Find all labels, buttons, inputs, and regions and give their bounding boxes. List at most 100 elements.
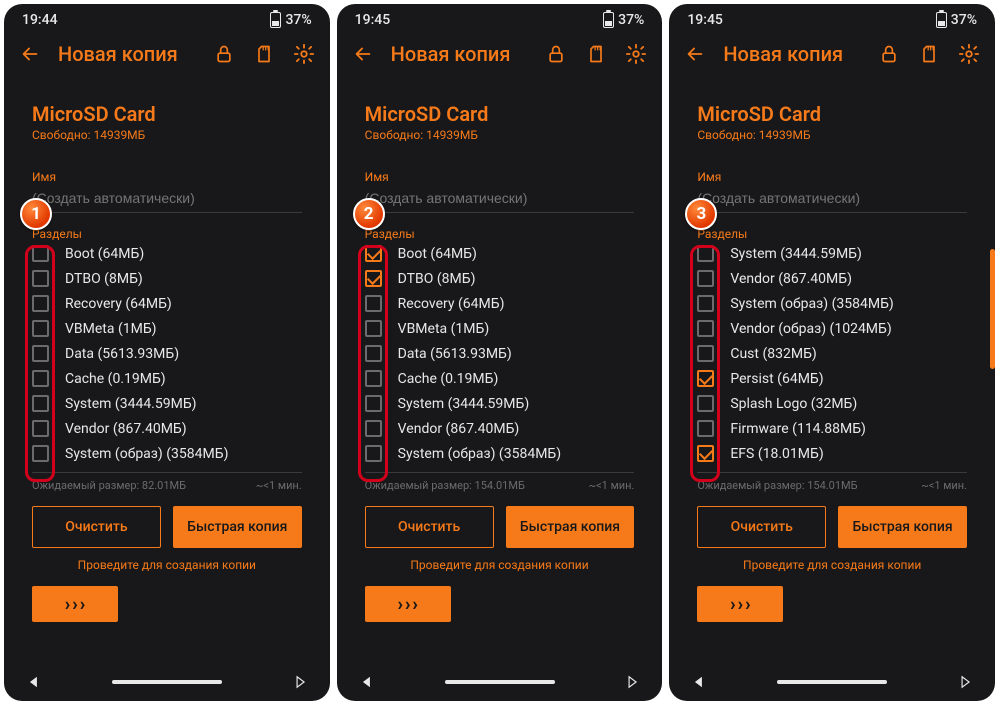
partition-row[interactable]: EFS (18.01МБ): [697, 441, 967, 466]
partition-row[interactable]: Boot (64МБ): [32, 241, 302, 266]
partition-checkbox[interactable]: [365, 270, 382, 287]
partition-row[interactable]: Data (5613.93МБ): [365, 341, 635, 366]
partition-list[interactable]: Boot (64МБ) DTBO (8МБ) Recovery (64МБ) V…: [32, 241, 302, 473]
partition-list[interactable]: System (3444.59МБ) Vendor (867.40МБ) Sys…: [697, 241, 967, 473]
clear-button[interactable]: Очистить: [365, 506, 494, 548]
partition-row[interactable]: Persist (64МБ): [697, 366, 967, 391]
partition-checkbox[interactable]: [32, 320, 49, 337]
partition-checkbox[interactable]: [32, 295, 49, 312]
partition-label: Boot (64МБ): [65, 246, 144, 262]
partition-row[interactable]: Cache (0.19МБ): [32, 366, 302, 391]
partition-row[interactable]: Vendor (867.40МБ): [32, 416, 302, 441]
partition-row[interactable]: Recovery (64МБ): [32, 291, 302, 316]
partition-checkbox[interactable]: [365, 370, 382, 387]
lock-icon[interactable]: [212, 42, 236, 66]
clear-button[interactable]: Очистить: [697, 506, 826, 548]
battery-icon: [936, 12, 947, 28]
nav-back[interactable]: [4, 675, 64, 689]
partition-row[interactable]: VBMeta (1МБ): [32, 316, 302, 341]
partition-checkbox[interactable]: [365, 445, 382, 462]
chevron-right-icon: ›: [412, 594, 417, 615]
sdcard-icon[interactable]: [252, 42, 276, 66]
partition-row[interactable]: Data (5613.93МБ): [32, 341, 302, 366]
partition-row[interactable]: Boot (64МБ): [365, 241, 635, 266]
partition-row[interactable]: DTBO (8МБ): [365, 266, 635, 291]
partition-checkbox[interactable]: [32, 420, 49, 437]
back-button[interactable]: [351, 42, 375, 66]
nav-home[interactable]: [729, 680, 935, 684]
partition-row[interactable]: Vendor (867.40МБ): [365, 416, 635, 441]
partition-row[interactable]: System (образ) (3584МБ): [32, 441, 302, 466]
partition-checkbox[interactable]: [32, 245, 49, 262]
partition-row[interactable]: Firmware (114.88МБ): [697, 416, 967, 441]
partition-checkbox[interactable]: [697, 270, 714, 287]
partition-checkbox[interactable]: [32, 370, 49, 387]
partition-checkbox[interactable]: [697, 245, 714, 262]
lock-icon[interactable]: [544, 42, 568, 66]
nav-home[interactable]: [64, 680, 270, 684]
nav-recent[interactable]: [935, 675, 995, 689]
name-label: Имя: [32, 170, 302, 184]
battery-percent: 37%: [285, 12, 311, 28]
partition-row[interactable]: Vendor (867.40МБ): [697, 266, 967, 291]
partition-row[interactable]: Cache (0.19МБ): [365, 366, 635, 391]
partition-checkbox[interactable]: [697, 395, 714, 412]
partition-checkbox[interactable]: [365, 345, 382, 362]
backup-name-input[interactable]: [365, 184, 635, 213]
quick-backup-button[interactable]: Быстрая копия: [506, 506, 635, 548]
expected-size: Ожидаемый размер: 82.01МБ: [32, 479, 186, 492]
settings-icon[interactable]: [292, 42, 316, 66]
sdcard-icon[interactable]: [917, 42, 941, 66]
settings-icon[interactable]: [624, 42, 648, 66]
swipe-to-confirm[interactable]: › › ›: [365, 586, 451, 622]
back-button[interactable]: [683, 42, 707, 66]
scrollbar-thumb[interactable]: [990, 249, 995, 369]
partition-row[interactable]: System (3444.59МБ): [32, 391, 302, 416]
nav-recent[interactable]: [602, 675, 662, 689]
partition-checkbox[interactable]: [697, 445, 714, 462]
backup-name-input[interactable]: [697, 184, 967, 213]
backup-name-input[interactable]: [32, 184, 302, 213]
swipe-to-confirm[interactable]: › › ›: [32, 586, 118, 622]
partition-checkbox[interactable]: [365, 295, 382, 312]
quick-backup-button[interactable]: Быстрая копия: [173, 506, 302, 548]
partition-row[interactable]: Cust (832МБ): [697, 341, 967, 366]
partition-row[interactable]: System (образ) (3584МБ): [365, 441, 635, 466]
partition-row[interactable]: Splash Logo (32МБ): [697, 391, 967, 416]
partition-row[interactable]: System (3444.59МБ): [365, 391, 635, 416]
back-button[interactable]: [18, 42, 42, 66]
partition-checkbox[interactable]: [365, 395, 382, 412]
partition-checkbox[interactable]: [697, 420, 714, 437]
partition-checkbox[interactable]: [32, 345, 49, 362]
chevron-right-icon: ›: [65, 594, 70, 615]
nav-back[interactable]: [337, 675, 397, 689]
partition-checkbox[interactable]: [365, 245, 382, 262]
partition-checkbox[interactable]: [32, 270, 49, 287]
swipe-to-confirm[interactable]: › › ›: [697, 586, 783, 622]
partition-checkbox[interactable]: [697, 320, 714, 337]
partition-list[interactable]: Boot (64МБ) DTBO (8МБ) Recovery (64МБ) V…: [365, 241, 635, 473]
partition-checkbox[interactable]: [697, 295, 714, 312]
partition-checkbox[interactable]: [32, 395, 49, 412]
partition-checkbox[interactable]: [697, 370, 714, 387]
partition-checkbox[interactable]: [365, 420, 382, 437]
partition-row[interactable]: Recovery (64МБ): [365, 291, 635, 316]
partition-label: Vendor (образ) (1024МБ): [730, 321, 891, 337]
partition-row[interactable]: System (3444.59МБ): [697, 241, 967, 266]
partition-row[interactable]: System (образ) (3584МБ): [697, 291, 967, 316]
clear-button[interactable]: Очистить: [32, 506, 161, 548]
nav-back[interactable]: [669, 675, 729, 689]
quick-backup-button[interactable]: Быстрая копия: [838, 506, 967, 548]
partition-checkbox[interactable]: [32, 445, 49, 462]
partition-row[interactable]: VBMeta (1МБ): [365, 316, 635, 341]
sdcard-icon[interactable]: [584, 42, 608, 66]
lock-icon[interactable]: [877, 42, 901, 66]
partition-row[interactable]: DTBO (8МБ): [32, 266, 302, 291]
nav-home[interactable]: [397, 680, 603, 684]
settings-icon[interactable]: [957, 42, 981, 66]
partition-checkbox[interactable]: [697, 345, 714, 362]
partition-row[interactable]: Vendor (образ) (1024МБ): [697, 316, 967, 341]
partition-checkbox[interactable]: [365, 320, 382, 337]
nav-recent[interactable]: [270, 675, 330, 689]
partition-label: Cust (832МБ): [730, 346, 816, 362]
